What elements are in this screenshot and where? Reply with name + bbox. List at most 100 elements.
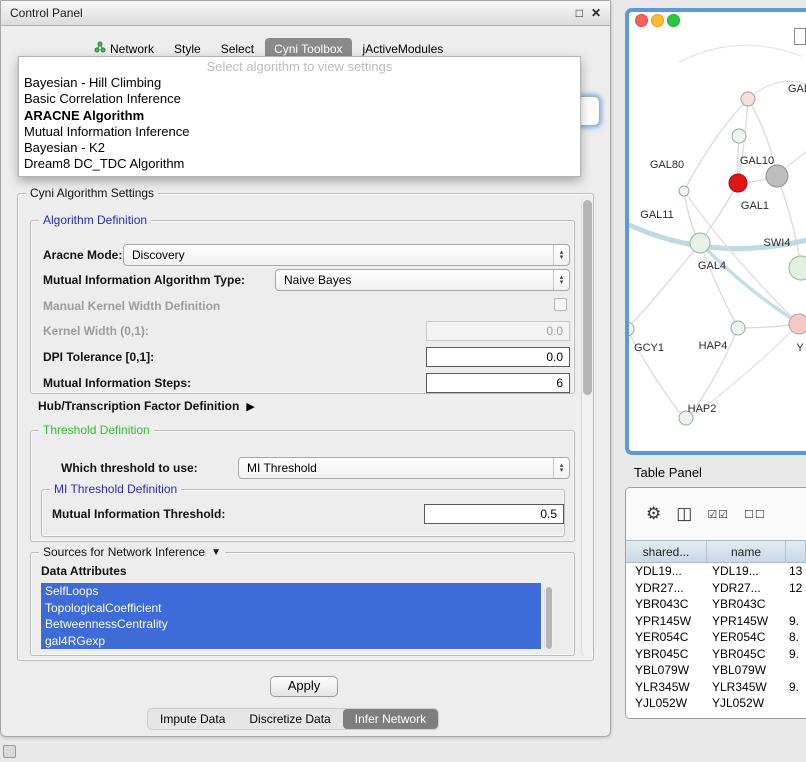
select-all-icon[interactable]: ☑☑ <box>707 508 729 521</box>
table-row[interactable]: YLR345WYLR345W9. <box>626 679 806 696</box>
table-row[interactable]: YJL052WYJL052W <box>626 695 806 712</box>
gear-icon[interactable]: ⚙ <box>646 504 661 524</box>
column-header-name[interactable]: name <box>707 541 786 562</box>
table-cell: YER054C <box>626 630 707 644</box>
table-cell: YDR27... <box>626 581 707 595</box>
data-attributes-list: SelfLoopsTopologicalCoefficientBetweenne… <box>41 583 541 653</box>
sources-group-title[interactable]: Sources for Network Inference ▼ <box>39 545 225 559</box>
mi-steps-input[interactable]: 6 <box>426 373 570 393</box>
apply-button[interactable]: Apply <box>270 676 338 697</box>
table-row[interactable]: YBL079WYBL079W <box>626 662 806 679</box>
aracne-mode-select[interactable]: Discovery ▴▾ <box>123 244 570 266</box>
network-node[interactable] <box>729 174 747 192</box>
network-edge[interactable] <box>679 45 801 62</box>
desktop: Control Panel □ ✕ NetworkStyleSelectCyni… <box>0 0 806 762</box>
attribute-item-selfloops[interactable]: SelfLoops <box>41 583 541 600</box>
minimize-window-icon[interactable] <box>651 14 664 27</box>
algorithm-option-basic-correlation-inference[interactable]: Basic Correlation Inference <box>19 91 580 107</box>
node-label-gal11: GAL11 <box>640 209 673 221</box>
tab-label: Select <box>221 42 254 56</box>
table-cell: YBR043C <box>626 597 707 611</box>
node-label-gal80: GAL80 <box>650 159 684 171</box>
network-node[interactable] <box>789 256 806 280</box>
panel-corner-icon[interactable] <box>3 745 16 758</box>
dpi-tolerance-input[interactable]: 0.0 <box>426 347 570 367</box>
network-view-window: GALGAL80GAL10GAL11GAL1SWI4GAL4GCY1HAP4HA… <box>625 8 806 455</box>
table-cell: YLR345W <box>626 680 707 694</box>
table-cell: YJL052W <box>626 696 707 710</box>
column-visibility-icon[interactable]: ◫ <box>676 504 692 524</box>
table-row[interactable]: YBR045CYBR045C9. <box>626 646 806 663</box>
network-edge[interactable] <box>703 183 738 238</box>
mi-threshold-input[interactable]: 0.5 <box>424 504 564 524</box>
network-node[interactable] <box>732 129 746 143</box>
table-cell: YPR145W <box>707 614 786 628</box>
threshold-definition-group: Threshold Definition Which threshold to … <box>30 430 575 542</box>
combo-arrows-icon: ▴▾ <box>553 245 569 265</box>
node-label-y: Y <box>796 342 804 354</box>
network-node[interactable] <box>731 321 745 335</box>
close-icon[interactable]: ✕ <box>591 6 601 20</box>
table-cell: YBR043C <box>707 597 786 611</box>
algorithm-option-mutual-information-inference[interactable]: Mutual Information Inference <box>19 124 580 140</box>
settings-scrollbar[interactable] <box>581 197 593 657</box>
table-row[interactable]: YPR145WYPR145W9. <box>626 613 806 630</box>
which-threshold-select[interactable]: MI Threshold ▴▾ <box>238 457 570 479</box>
network-node[interactable] <box>766 165 788 187</box>
bottom-tab-infer-network[interactable]: Infer Network <box>343 709 438 729</box>
control-panel-titlebar[interactable]: Control Panel □ ✕ <box>1 1 610 26</box>
hub-section-toggle[interactable]: Hub/Transcription Factor Definition ▶ <box>38 399 255 413</box>
algorithm-definition-group: Algorithm Definition Aracne Mode: Discov… <box>30 220 575 394</box>
bottom-tab-discretize-data[interactable]: Discretize Data <box>237 709 342 729</box>
algorithm-option-dream8-dc-tdc-algorithm[interactable]: Dream8 DC_TDC Algorithm <box>19 156 580 172</box>
attribute-item-topologicalcoefficient[interactable]: TopologicalCoefficient <box>41 600 541 617</box>
zoom-window-icon[interactable] <box>667 14 680 27</box>
table-row[interactable]: YDR27...YDR27...12 <box>626 580 806 597</box>
algorithm-definition-title: Algorithm Definition <box>39 213 151 227</box>
network-edge[interactable] <box>700 243 806 330</box>
network-node[interactable] <box>629 322 634 336</box>
network-node[interactable] <box>679 186 689 196</box>
table-cell: YBR045C <box>707 647 786 661</box>
network-canvas[interactable]: GALGAL80GAL10GAL11GAL1SWI4GAL4GCY1HAP4HA… <box>629 34 806 451</box>
kernel-width-input[interactable]: 0.0 <box>426 321 570 341</box>
table-row[interactable]: YDL19...YDL19...13 <box>626 563 806 580</box>
table-row[interactable]: YBR043CYBR043C <box>626 596 806 613</box>
close-window-icon[interactable] <box>635 14 648 27</box>
attributes-list-scrollbar[interactable] <box>544 586 553 651</box>
combo-arrows-icon: ▴▾ <box>553 270 569 290</box>
algorithm-option-bayesian-hill-climbing[interactable]: Bayesian - Hill Climbing <box>19 75 580 91</box>
scrollbar-thumb[interactable] <box>583 200 592 395</box>
tab-label: Style <box>174 42 201 56</box>
table-cell: YBL079W <box>626 663 707 677</box>
scrollbar-thumb[interactable] <box>546 587 552 649</box>
network-node[interactable] <box>741 92 755 106</box>
data-attributes-label: Data Attributes <box>41 563 127 579</box>
algorithm-option-aracne-algorithm[interactable]: ARACNE Algorithm <box>19 108 580 124</box>
table-toolbar: ⚙ ◫ ☑☑ ☐☐ <box>626 488 806 540</box>
node-label-gal1: GAL1 <box>741 200 769 212</box>
attribute-item-betweennesscentrality[interactable]: BetweennessCentrality <box>41 616 541 633</box>
mi-threshold-title: MI Threshold Definition <box>50 482 181 496</box>
algorithm-option-bayesian-k2[interactable]: Bayesian - K2 <box>19 140 580 156</box>
dropdown-placeholder: Select algorithm to view settings <box>19 58 580 75</box>
table-row[interactable]: YER054CYER054C8. <box>626 629 806 646</box>
column-header-shared[interactable]: shared... <box>626 541 707 562</box>
control-panel-window: Control Panel □ ✕ NetworkStyleSelectCyni… <box>0 0 611 737</box>
window-title: Control Panel <box>10 6 568 20</box>
table-cell: YBL079W <box>707 663 786 677</box>
network-edge[interactable] <box>629 243 700 329</box>
network-node[interactable] <box>690 233 710 253</box>
attribute-item-gal4rgexp[interactable]: gal4RGexp <box>41 633 541 650</box>
algorithm-dropdown-popup: Select algorithm to view settings Bayesi… <box>18 56 581 177</box>
column-header-2[interactable] <box>786 541 806 562</box>
network-edge[interactable] <box>700 243 738 328</box>
deselect-all-icon[interactable]: ☐☐ <box>744 508 766 521</box>
table-cell: YJL052W <box>707 696 786 710</box>
mi-algorithm-type-select[interactable]: Naive Bayes ▴▾ <box>275 269 570 291</box>
manual-kernel-width-checkbox[interactable] <box>554 298 567 311</box>
bottom-tab-impute-data[interactable]: Impute Data <box>148 709 237 729</box>
network-node[interactable] <box>789 314 806 334</box>
float-window-icon[interactable]: □ <box>576 6 583 20</box>
network-edge[interactable] <box>777 176 801 268</box>
